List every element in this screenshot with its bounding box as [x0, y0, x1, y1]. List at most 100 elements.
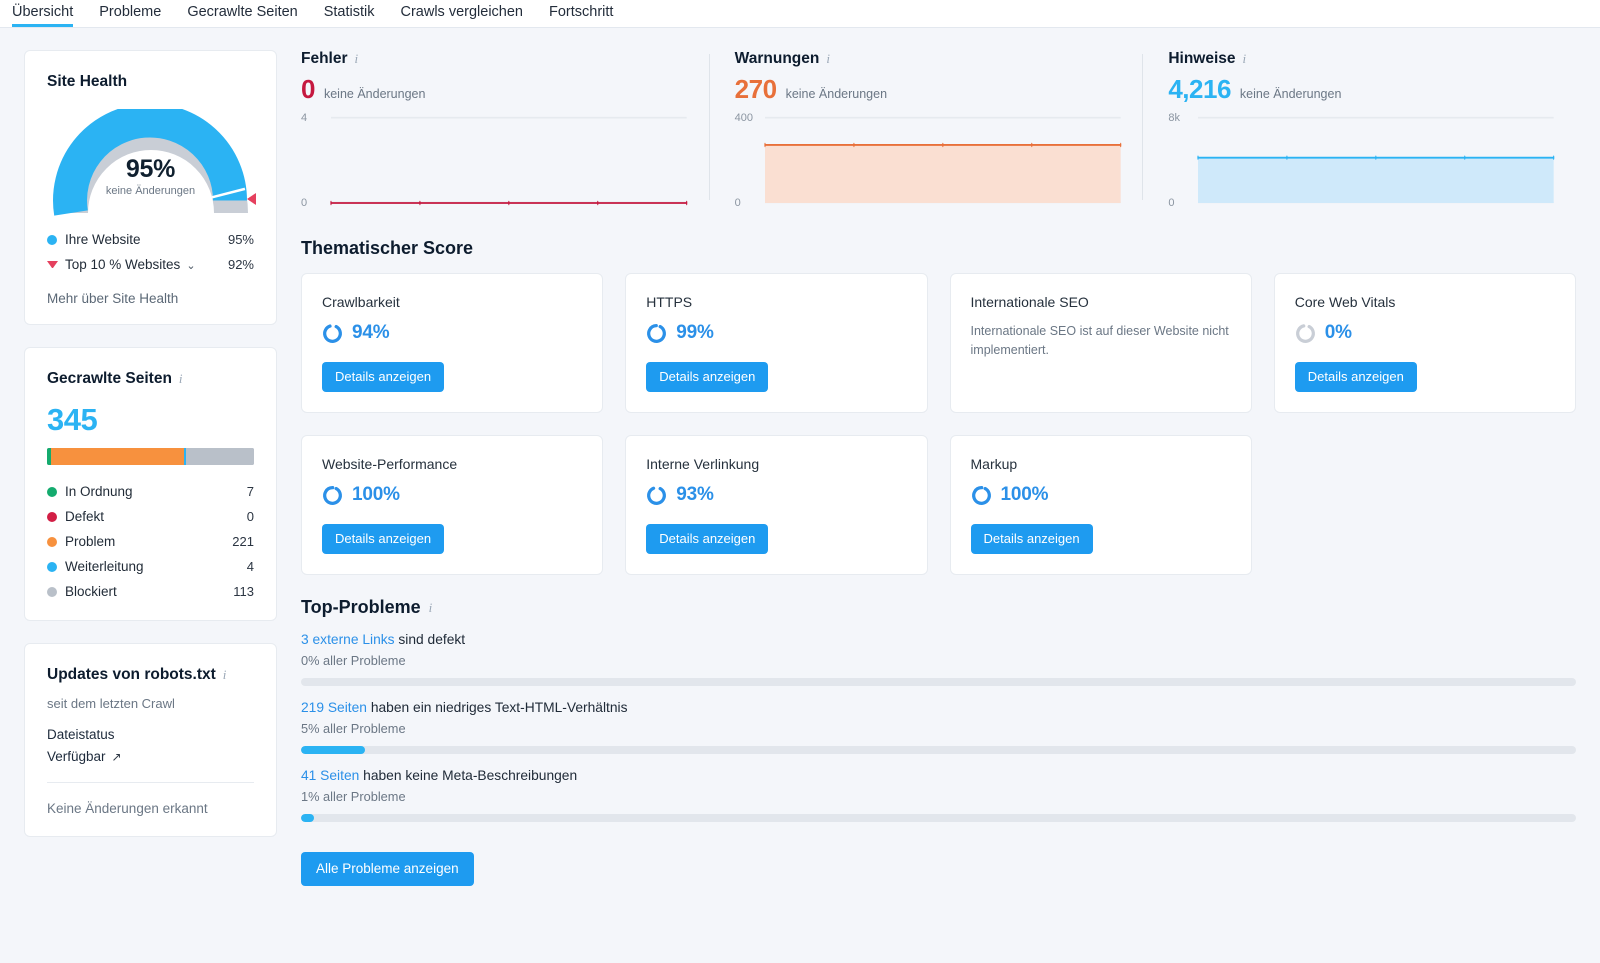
- view-details-button[interactable]: Details anzeigen: [322, 524, 445, 554]
- legend-dot-icon: [47, 234, 57, 245]
- metrics-row: Fehler i 0 keine Änderungen 4 0 Warnungen i 270 k…: [301, 50, 1576, 222]
- info-icon[interactable]: i: [223, 667, 227, 683]
- chevron-down-icon[interactable]: ⌄: [186, 260, 195, 272]
- metric-title-text: Fehler: [301, 50, 348, 67]
- info-icon[interactable]: i: [355, 51, 359, 67]
- top-issue-rest: haben keine Meta-Beschreibungen: [359, 768, 578, 783]
- score-card-internationale-seo: Internationale SEO Internationale SEO ist…: [949, 273, 1252, 413]
- view-details-button[interactable]: Details anzeigen: [1294, 362, 1417, 392]
- robots-title: Updates von robots.txt i: [47, 666, 254, 684]
- top-issue-share: 1% aller Probleme: [301, 789, 406, 804]
- score-ring-icon: [971, 485, 991, 505]
- info-icon[interactable]: i: [1243, 51, 1247, 67]
- score-card-value-row: 0%: [1295, 322, 1555, 344]
- tab-übersicht[interactable]: Übersicht: [12, 4, 74, 27]
- score-card-name: Interne Verlinkung: [646, 456, 760, 472]
- crawled-pages-legend-label: Defekt: [65, 509, 105, 524]
- tab-crawls-vergleichen[interactable]: Crawls vergleichen: [401, 4, 524, 28]
- score-ring-icon: [647, 485, 667, 505]
- site-health-more-link[interactable]: Mehr über Site Health: [47, 291, 254, 306]
- metric-value: 4,216: [1168, 74, 1231, 104]
- robots-updates-card: Updates von robots.txt i seit dem letzte…: [24, 643, 277, 837]
- score-card-percent: 93%: [676, 484, 714, 505]
- score-card-percent: 100%: [1000, 484, 1049, 505]
- crawled-pages-legend-row: Defekt 0: [47, 504, 254, 529]
- crawled-pages-legend: In Ordnung 7 Defekt 0 Problem 221 Weiterleitun…: [47, 479, 254, 604]
- crawled-pages-legend-row: Blockiert 113: [47, 579, 254, 604]
- metric-card-fehler: Fehler i 0 keine Änderungen 4 0: [301, 50, 709, 222]
- view-details-button[interactable]: Details anzeigen: [646, 524, 769, 554]
- view-details-button[interactable]: Details anzeigen: [646, 362, 769, 392]
- legend-dot-icon: [47, 486, 57, 497]
- crawled-pages-legend-value: 113: [233, 584, 254, 599]
- score-card-percent: 100%: [352, 484, 400, 505]
- robots-file-status-value-row[interactable]: Verfügbar ↗: [47, 749, 254, 764]
- show-all-issues-button[interactable]: Alle Probleme anzeigen: [301, 852, 474, 886]
- metric-card-warnungen: Warnungen i 270 keine Änderungen 400 0: [708, 50, 1143, 222]
- chart-data-points: [764, 142, 1121, 148]
- crawled-pages-bar-segment: [186, 448, 254, 465]
- score-card-name: Website-Performance: [322, 456, 458, 472]
- metric-value: 270: [734, 74, 777, 104]
- metric-value-row: 270 keine Änderungen: [735, 74, 1121, 105]
- score-card-name: Markup: [970, 456, 1018, 472]
- info-icon[interactable]: i: [826, 51, 830, 67]
- main-content-column: Fehler i 0 keine Änderungen 4 0 Warnungen i 270 k…: [301, 50, 1576, 963]
- view-details-button[interactable]: Details anzeigen: [322, 362, 445, 392]
- metric-title-text: Warnungen: [734, 50, 820, 67]
- robots-file-status-label: Dateistatus: [47, 727, 115, 742]
- metric-axis-bottom-label: 0: [734, 197, 741, 209]
- crawled-pages-title-text: Gecrawlte Seiten: [47, 370, 172, 387]
- top-issue-progress-fill: [301, 746, 365, 754]
- metric-card-hinweise: Hinweise i 4,216 keine Änderungen 8k 0: [1142, 50, 1576, 222]
- metric-change: keine Änderungen: [323, 87, 426, 101]
- robots-subtitle: seit dem letzten Crawl: [47, 696, 175, 711]
- top-issue-link[interactable]: 3 externe Links: [301, 632, 395, 647]
- thematic-score-heading-text: Thematischer Score: [301, 238, 474, 258]
- legend-dot-icon: [47, 586, 57, 597]
- view-details-button[interactable]: Details anzeigen: [970, 524, 1093, 554]
- top-issue-text: 41 Seiten haben keine Meta-Beschreibunge…: [301, 768, 1576, 783]
- site-health-legend-label: Top 10 % Websites ⌄: [65, 257, 196, 272]
- chart-data-points: [1197, 155, 1555, 160]
- crawled-pages-bar-segment: [51, 448, 184, 465]
- score-ring-icon: [323, 323, 342, 343]
- metric-title: Warnungen i: [735, 50, 1121, 68]
- top-issue-link[interactable]: 41 Seiten: [301, 768, 359, 783]
- site-health-card: Site Health 95% keine Änderungen Ihre We…: [24, 50, 277, 325]
- tab-fortschritt[interactable]: Fortschritt: [549, 4, 613, 28]
- top-issue-progress-fill: [301, 814, 314, 822]
- tab-statistik[interactable]: Statistik: [324, 4, 375, 28]
- external-link-icon[interactable]: ↗: [112, 750, 122, 764]
- robots-footer-text: Keine Änderungen erkannt: [47, 801, 208, 816]
- site-health-legend-row[interactable]: Top 10 % Websites ⌄ 92%: [47, 252, 254, 277]
- score-card-name: Crawlbarkeit: [322, 294, 400, 310]
- left-sidebar-column: Site Health 95% keine Änderungen Ihre We…: [24, 50, 277, 963]
- site-health-legend-value: 95%: [227, 232, 254, 247]
- score-card-percent: 99%: [676, 322, 714, 343]
- crawled-pages-legend-label: Weiterleitung: [65, 559, 144, 574]
- crawled-pages-legend-row: In Ordnung 7: [47, 479, 254, 504]
- score-card-interne-verlinkung: Interne Verlinkung 93% Details anzeigen: [625, 435, 928, 575]
- score-card-value-row: 100%: [971, 484, 1231, 506]
- tab-probleme[interactable]: Probleme: [99, 4, 161, 28]
- legend-dot-icon: [47, 536, 57, 547]
- metric-axis-bottom-label: 0: [301, 197, 308, 209]
- site-health-legend-row: Ihre Website 95%: [47, 227, 254, 252]
- info-icon[interactable]: i: [179, 371, 183, 387]
- divider: [47, 782, 254, 783]
- thematic-score-heading: Thematischer Score: [301, 238, 1576, 259]
- metric-axis-top-label: 4: [301, 112, 308, 124]
- top-issue-text: 3 externe Links sind defekt: [301, 632, 1576, 647]
- top-issue-link[interactable]: 219 Seiten: [301, 700, 367, 715]
- crawled-pages-legend-value: 0: [246, 509, 254, 524]
- crawled-pages-legend-row: Weiterleitung 4: [47, 554, 254, 579]
- score-ring-icon: [647, 323, 667, 343]
- score-card-value-row: 100%: [322, 484, 582, 506]
- top-issue-share: 5% aller Probleme: [301, 721, 406, 736]
- crawled-pages-total: 345: [47, 402, 98, 437]
- robots-title-text: Updates von robots.txt: [47, 666, 216, 683]
- tab-gecrawlte-seiten[interactable]: Gecrawlte Seiten: [187, 4, 297, 28]
- info-icon[interactable]: i: [429, 600, 433, 616]
- top-issue-progress-track: [301, 746, 1576, 754]
